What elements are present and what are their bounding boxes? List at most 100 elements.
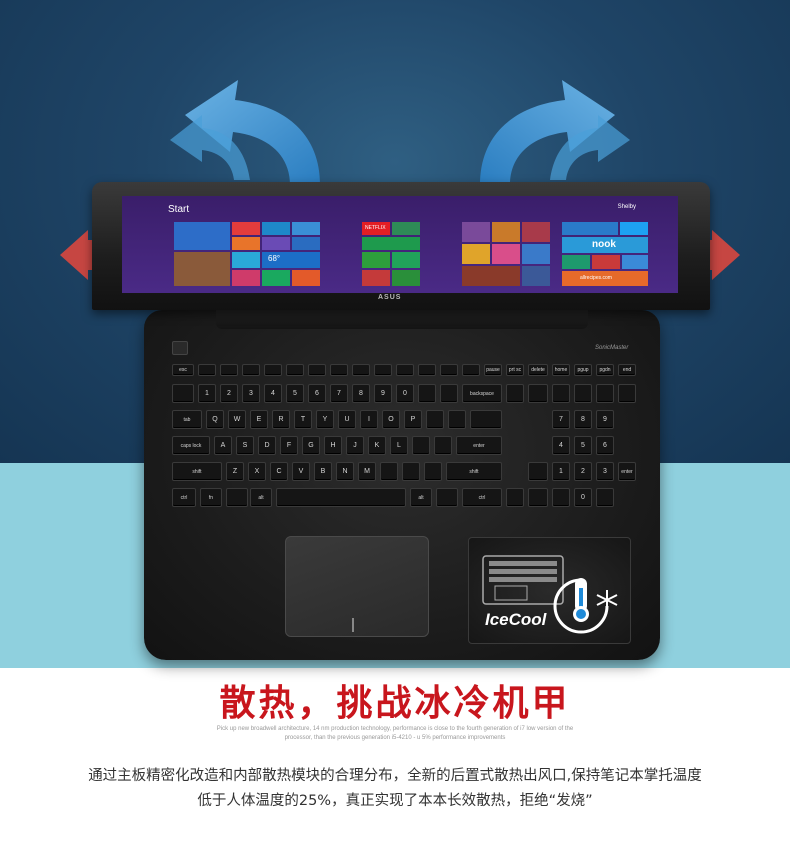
key[interactable]: [172, 384, 194, 403]
key[interactable]: [506, 384, 524, 403]
key-shift[interactable]: shift: [172, 462, 222, 481]
key-n8[interactable]: 8: [352, 384, 370, 403]
key[interactable]: [286, 364, 304, 376]
key-n2[interactable]: 2: [220, 384, 238, 403]
key-a[interactable]: A: [214, 436, 232, 455]
key-c[interactable]: C: [270, 462, 288, 481]
key-pause[interactable]: pause: [484, 364, 502, 376]
key[interactable]: [308, 364, 326, 376]
key[interactable]: [506, 488, 524, 507]
key[interactable]: [552, 488, 570, 507]
key-np1[interactable]: 1: [552, 462, 570, 481]
key-b[interactable]: B: [314, 462, 332, 481]
key[interactable]: [264, 364, 282, 376]
key-np7[interactable]: 7: [552, 410, 570, 429]
key-k[interactable]: K: [368, 436, 386, 455]
key-np9[interactable]: 9: [596, 410, 614, 429]
key[interactable]: [412, 436, 430, 455]
key-y[interactable]: Y: [316, 410, 334, 429]
key-v[interactable]: V: [292, 462, 310, 481]
key[interactable]: [436, 488, 458, 507]
key-x[interactable]: X: [248, 462, 266, 481]
key[interactable]: [424, 462, 442, 481]
key[interactable]: [618, 384, 636, 403]
key[interactable]: [440, 384, 458, 403]
key-pgup[interactable]: pgup: [574, 364, 592, 376]
key-j[interactable]: J: [346, 436, 364, 455]
key-np5[interactable]: 5: [574, 436, 592, 455]
key-o[interactable]: O: [382, 410, 400, 429]
key-n4[interactable]: 4: [264, 384, 282, 403]
key-s[interactable]: S: [236, 436, 254, 455]
key-n[interactable]: N: [336, 462, 354, 481]
key-h[interactable]: H: [324, 436, 342, 455]
key-np6[interactable]: 6: [596, 436, 614, 455]
key-g[interactable]: G: [302, 436, 320, 455]
key[interactable]: [418, 384, 436, 403]
key-tab[interactable]: tab: [172, 410, 202, 429]
key-fn[interactable]: fn: [200, 488, 222, 507]
key-end[interactable]: end: [618, 364, 636, 376]
key-enter[interactable]: enter: [456, 436, 502, 455]
key-n6[interactable]: 6: [308, 384, 326, 403]
key-z[interactable]: Z: [226, 462, 244, 481]
key[interactable]: [426, 410, 444, 429]
key[interactable]: [596, 384, 614, 403]
key[interactable]: [528, 488, 548, 507]
power-button[interactable]: [172, 341, 188, 355]
key[interactable]: [198, 364, 216, 376]
key-n1[interactable]: 1: [198, 384, 216, 403]
key-np2[interactable]: 2: [574, 462, 592, 481]
touchpad[interactable]: [285, 536, 429, 637]
key[interactable]: [396, 364, 414, 376]
key-n7[interactable]: 7: [330, 384, 348, 403]
key-u[interactable]: U: [338, 410, 356, 429]
key-w[interactable]: W: [228, 410, 246, 429]
key[interactable]: [574, 384, 592, 403]
key-np0[interactable]: 0: [574, 488, 592, 507]
key-n3[interactable]: 3: [242, 384, 260, 403]
key-t[interactable]: T: [294, 410, 312, 429]
key-m[interactable]: M: [358, 462, 376, 481]
key-d[interactable]: D: [258, 436, 276, 455]
key-np8[interactable]: 8: [574, 410, 592, 429]
key-e[interactable]: E: [250, 410, 268, 429]
key[interactable]: [528, 384, 548, 403]
key-caps[interactable]: caps lock: [172, 436, 210, 455]
key-pgdn[interactable]: pgdn: [596, 364, 614, 376]
key[interactable]: [374, 364, 392, 376]
key-f[interactable]: F: [280, 436, 298, 455]
key[interactable]: [242, 364, 260, 376]
key-alt[interactable]: alt: [410, 488, 432, 507]
key-enter[interactable]: enter: [618, 462, 636, 481]
key[interactable]: [402, 462, 420, 481]
key-n5[interactable]: 5: [286, 384, 304, 403]
key-np4[interactable]: 4: [552, 436, 570, 455]
key[interactable]: [448, 410, 466, 429]
key[interactable]: [276, 488, 406, 507]
key-l[interactable]: L: [390, 436, 408, 455]
key-backspace[interactable]: backspace: [462, 384, 502, 403]
key[interactable]: [596, 488, 614, 507]
key-i[interactable]: I: [360, 410, 378, 429]
key-ctrl[interactable]: ctrl: [172, 488, 196, 507]
key[interactable]: [440, 364, 458, 376]
key[interactable]: [220, 364, 238, 376]
key-ctrl[interactable]: ctrl: [462, 488, 502, 507]
key[interactable]: [470, 410, 502, 429]
key-shift[interactable]: shift: [446, 462, 502, 481]
key[interactable]: [330, 364, 348, 376]
key-esc[interactable]: esc: [172, 364, 194, 376]
key[interactable]: [352, 364, 370, 376]
key-p[interactable]: P: [404, 410, 422, 429]
key-delete[interactable]: delete: [528, 364, 548, 376]
key[interactable]: [528, 462, 548, 481]
key-r[interactable]: R: [272, 410, 290, 429]
key[interactable]: [434, 436, 452, 455]
key[interactable]: [380, 462, 398, 481]
key-home[interactable]: home: [552, 364, 570, 376]
key-alt[interactable]: alt: [250, 488, 272, 507]
key-prtsc[interactable]: prt sc: [506, 364, 524, 376]
key[interactable]: [418, 364, 436, 376]
key[interactable]: [226, 488, 248, 507]
